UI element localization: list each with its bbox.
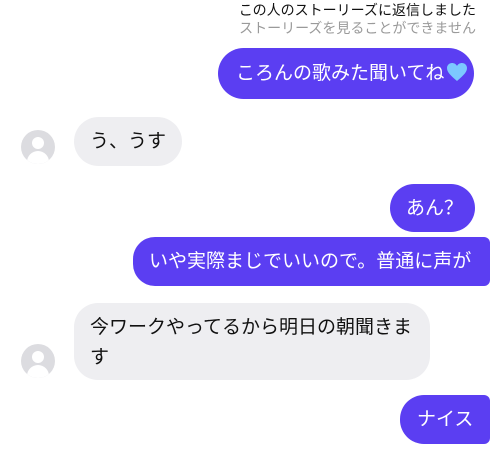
avatar[interactable]	[21, 344, 55, 378]
story-unavailable-text: ストーリーズを見ることができません	[239, 21, 476, 37]
story-reply-notice-text: この人のストーリーズに返信しました	[238, 3, 476, 19]
light-blue-heart-icon	[446, 61, 468, 91]
message-bubble-incoming[interactable]: う、うす	[74, 117, 182, 166]
message-text: いや実際まじでいいので。普通に声が	[149, 250, 472, 272]
message-bubble-outgoing[interactable]: いや実際まじでいいので。普通に声が	[133, 237, 490, 286]
message-text: あん？	[406, 197, 464, 219]
message-text: ころんの歌みた聞いてね	[236, 62, 445, 84]
message-text: う、うす	[90, 130, 167, 152]
story-reply-notice: この人のストーリーズに返信しました ストーリーズを見ることができません	[239, 2, 476, 38]
avatar[interactable]	[21, 130, 55, 164]
message-bubble-outgoing[interactable]: あん？	[390, 184, 475, 232]
message-text: ナイス	[417, 408, 474, 430]
message-bubble-outgoing[interactable]: ナイス	[400, 395, 490, 444]
message-bubble-outgoing[interactable]: ころんの歌みた聞いてね	[218, 48, 474, 99]
message-text-line: す	[90, 346, 110, 368]
message-bubble-incoming[interactable]: 今ワークやってるから明日の朝聞きま す	[74, 303, 430, 380]
message-text-line: 今ワークやってるから明日の朝聞きま	[90, 316, 413, 338]
